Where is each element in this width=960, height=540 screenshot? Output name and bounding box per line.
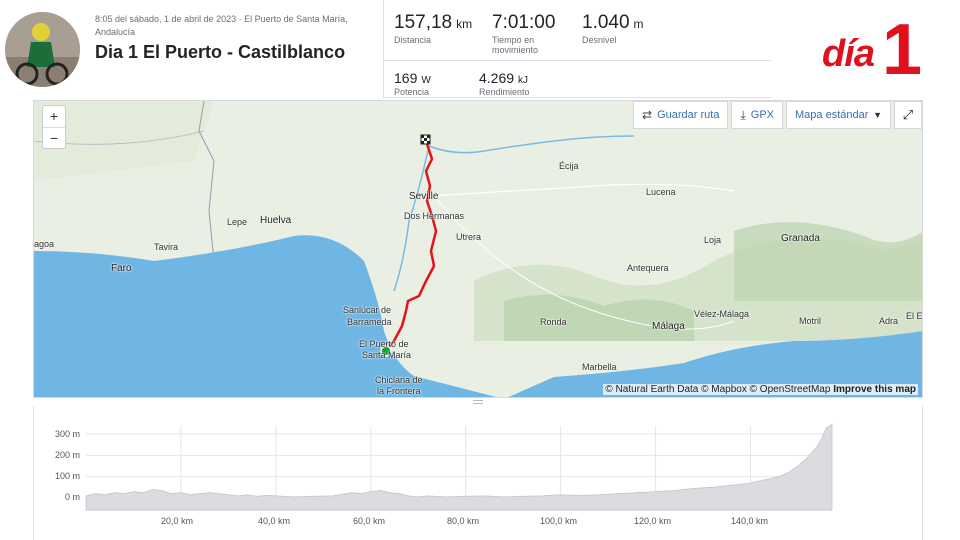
stat-work-value: 4.269 — [479, 70, 515, 86]
x-tick-100: 100,0 km — [540, 516, 578, 526]
stat-elevation: 1.040 m Desnivel — [582, 12, 644, 45]
stat-elevation-unit: m — [633, 17, 644, 31]
city-faro: Faro — [111, 263, 132, 274]
map-toolbar: ⇄ Guardar ruta ⤓ GPX Mapa estándar ▼ ⤢ — [630, 101, 922, 129]
city-loja: Loja — [704, 235, 722, 245]
zoom-controls: + − — [42, 105, 66, 149]
elevation-area — [85, 423, 833, 511]
x-tick-120: 120,0 km — [634, 516, 672, 526]
city-el-ejido: El Ej — [906, 311, 923, 321]
download-icon: ⤓ — [740, 107, 746, 122]
city-sanlucar-line1: Sanlúcar de — [343, 305, 392, 315]
city-chiclana-line1: Chiclana de — [375, 375, 423, 385]
city-marbella: Marbella — [582, 362, 617, 372]
stat-power-label: Potencia — [394, 87, 430, 97]
city-chiclana-line2: la Frontera — [377, 386, 421, 396]
improve-map-link[interactable]: Improve this map — [833, 384, 916, 395]
stat-power: 169 W Potencia — [394, 70, 431, 97]
city-lagoa: agoa — [34, 239, 55, 249]
stat-distance-value: 157,18 — [394, 12, 453, 33]
stat-power-unit: W — [421, 75, 431, 86]
city-granada: Granada — [781, 233, 820, 244]
city-lepe: Lepe — [227, 217, 248, 227]
city-lucena: Lucena — [646, 187, 676, 197]
city-adra: Adra — [879, 316, 899, 326]
stat-power-value: 169 — [394, 70, 418, 86]
stat-distance-label: Distancia — [394, 35, 432, 45]
activity-title[interactable]: Dia 1 El Puerto - Castilblanco — [95, 42, 345, 63]
city-seville: Seville — [409, 191, 439, 202]
city-ronda: Ronda — [540, 317, 567, 327]
zoom-out-button[interactable]: − — [43, 127, 65, 148]
day-badge-word: día — [822, 33, 875, 75]
athlete-avatar[interactable] — [5, 12, 80, 87]
activity-datetime-location: 8:05 del sábado, 1 de abril de 2023 · El… — [95, 14, 348, 37]
city-antequera: Antequera — [627, 263, 669, 273]
gpx-label: GPX — [750, 109, 774, 121]
y-tick-200: 200 m — [54, 450, 80, 460]
stats-panel: 157,18 km Distancia 7:01:00 Tiempo en mov… — [383, 0, 772, 98]
chevron-down-icon: ▼ — [873, 110, 882, 120]
y-tick-300: 300 m — [54, 429, 80, 439]
y-tick-0: 0 m — [64, 492, 80, 502]
city-el-puerto-line2: Santa María — [362, 350, 412, 360]
map-attribution: © Natural Earth Data © Mapbox © OpenStre… — [603, 384, 918, 395]
day-badge: día 1 — [822, 12, 922, 86]
attribution-text: © Natural Earth Data © Mapbox © OpenStre… — [605, 384, 831, 395]
x-tick-60: 60,0 km — [353, 516, 386, 526]
stat-distance: 157,18 km Distancia — [394, 12, 472, 45]
gpx-download-button[interactable]: ⤓ GPX — [731, 101, 783, 129]
city-dos-hermanas: Dos Hermanas — [404, 211, 465, 221]
stat-elevation-value: 1.040 — [582, 12, 630, 33]
stat-moving-time: 7:01:00 Tiempo en movimiento — [492, 12, 562, 55]
city-ecija: Écija — [559, 161, 579, 171]
elevation-chart[interactable]: 300 m 200 m 100 m 0 m 20,0 km 40,0 km 60… — [33, 406, 923, 540]
city-huelva: Huelva — [260, 215, 292, 226]
city-motril: Motril — [799, 316, 821, 326]
stat-moving-time-value: 7:01:00 — [492, 12, 556, 33]
save-route-label: Guardar ruta — [657, 109, 720, 121]
city-tavira: Tavira — [154, 242, 179, 252]
save-route-button[interactable]: ⇄ Guardar ruta — [633, 101, 729, 129]
route-map[interactable]: Écija Lucena Seville Dos Hermanas Utrera… — [33, 100, 923, 398]
activity-page: 8:05 del sábado, 1 de abril de 2023 · El… — [0, 0, 960, 540]
x-tick-140: 140,0 km — [731, 516, 769, 526]
stat-elevation-label: Desnivel — [582, 35, 617, 45]
stats-divider — [384, 60, 772, 61]
stat-distance-unit: km — [456, 17, 473, 31]
day-badge-number: 1 — [881, 10, 922, 90]
map-type-select[interactable]: Mapa estándar ▼ — [786, 101, 891, 129]
zoom-in-button[interactable]: + — [43, 106, 65, 127]
stat-work-unit: kJ — [518, 75, 529, 86]
city-el-puerto-line1: El Puerto de — [359, 339, 409, 349]
stat-work: 4.269 kJ Rendimiento — [479, 70, 530, 97]
city-malaga: Málaga — [652, 321, 685, 332]
x-tick-80: 80,0 km — [447, 516, 480, 526]
stat-moving-time-label: Tiempo en movimiento — [492, 35, 539, 55]
stat-work-label: Rendimiento — [479, 87, 530, 97]
fullscreen-icon: ⤢ — [902, 107, 914, 122]
x-tick-40: 40,0 km — [258, 516, 291, 526]
city-velez-malaga: Vélez-Málaga — [694, 309, 750, 319]
y-tick-100: 100 m — [54, 471, 80, 481]
resize-handle[interactable] — [473, 400, 483, 405]
city-sanlucar-line2: Barrameda — [347, 317, 392, 327]
x-tick-20: 20,0 km — [161, 516, 194, 526]
map-type-label: Mapa estándar — [795, 109, 869, 121]
city-utrera: Utrera — [456, 232, 482, 242]
fullscreen-button[interactable]: ⤢ — [894, 101, 922, 129]
route-icon: ⇄ — [642, 108, 653, 122]
